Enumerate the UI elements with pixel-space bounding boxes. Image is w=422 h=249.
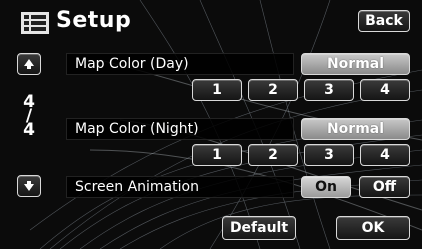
map-color-night-option-2[interactable]: 2 bbox=[248, 144, 298, 166]
page-indicator: 4 / 4 bbox=[18, 94, 40, 140]
map-color-day-normal-button[interactable]: Normal bbox=[301, 53, 410, 75]
back-button[interactable]: Back bbox=[358, 10, 410, 32]
page-total: 4 bbox=[23, 120, 35, 140]
screen-animation-off-button[interactable]: Off bbox=[359, 176, 410, 198]
map-color-night-normal-button[interactable]: Normal bbox=[301, 118, 410, 140]
map-color-night-option-4[interactable]: 4 bbox=[360, 144, 410, 166]
page-down-button[interactable] bbox=[17, 175, 41, 197]
map-color-day-option-4[interactable]: 4 bbox=[360, 79, 410, 101]
map-color-night-option-3[interactable]: 3 bbox=[304, 144, 354, 166]
map-color-day-option-1[interactable]: 1 bbox=[192, 79, 242, 101]
page-title: Setup bbox=[56, 8, 132, 33]
map-color-day-option-2[interactable]: 2 bbox=[248, 79, 298, 101]
map-color-day-option-3[interactable]: 3 bbox=[304, 79, 354, 101]
page-up-button[interactable] bbox=[17, 53, 41, 75]
arrow-down-icon bbox=[24, 181, 34, 191]
arrow-up-icon bbox=[24, 59, 34, 69]
map-color-day-label: Map Color (Day) bbox=[66, 53, 294, 75]
ok-button[interactable]: OK bbox=[336, 216, 410, 240]
screen-animation-on-button[interactable]: On bbox=[301, 176, 351, 198]
setup-list-icon bbox=[21, 12, 49, 34]
map-color-night-option-1[interactable]: 1 bbox=[192, 144, 242, 166]
screen-animation-label: Screen Animation bbox=[66, 176, 294, 198]
default-button[interactable]: Default bbox=[222, 216, 296, 240]
map-color-night-label: Map Color (Night) bbox=[66, 118, 294, 140]
